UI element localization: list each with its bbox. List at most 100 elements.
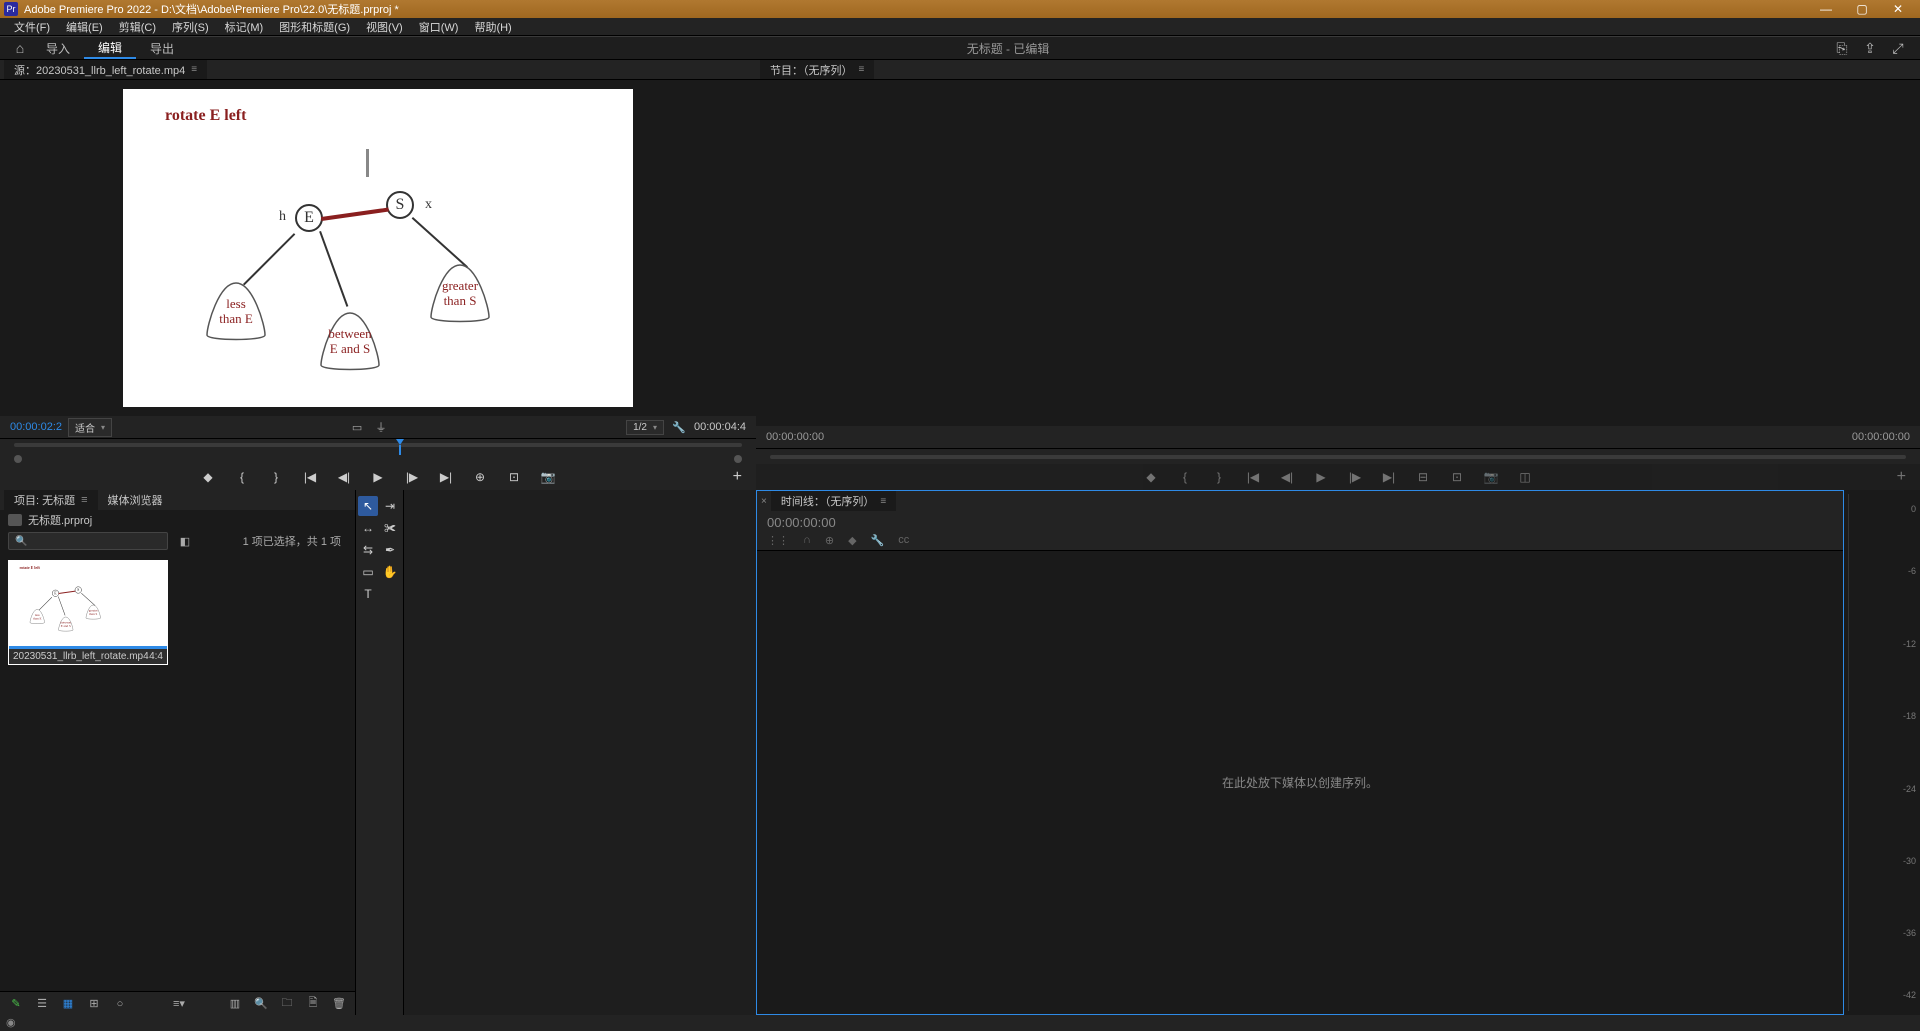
source-tab[interactable]: 源：20230531_llrb_left_rotate.mp4 ≡: [4, 60, 207, 79]
marker-add-icon[interactable]: ⊕: [825, 534, 834, 547]
source-time-ruler[interactable]: [0, 438, 756, 464]
panel-menu-icon[interactable]: ≡: [880, 496, 886, 507]
type-tool-icon[interactable]: T: [358, 584, 378, 604]
list-view-icon[interactable]: ☰: [34, 996, 50, 1012]
write-status-icon[interactable]: ✎: [8, 996, 24, 1012]
mark-out-icon[interactable]: }: [1211, 469, 1227, 485]
menu-help[interactable]: 帮助(H): [466, 18, 519, 35]
go-to-in-icon[interactable]: |◀: [302, 469, 318, 485]
workspace-edit[interactable]: 编辑: [84, 37, 136, 59]
add-transport-button[interactable]: +: [733, 468, 742, 486]
source-video-area[interactable]: rotate E left E S h x les: [0, 80, 756, 416]
settings-icon[interactable]: ◆: [848, 534, 856, 547]
audio-only-icon[interactable]: ⏚: [372, 419, 390, 435]
close-button[interactable]: ✕: [1880, 1, 1916, 17]
step-forward-icon[interactable]: |▶: [1347, 469, 1363, 485]
razor-tool-icon[interactable]: ✀: [380, 518, 400, 538]
tab-project[interactable]: 项目: 无标题≡: [4, 490, 98, 510]
step-forward-icon[interactable]: |▶: [404, 469, 420, 485]
workspace-export[interactable]: 导出: [136, 37, 188, 59]
automate-icon[interactable]: ▥: [227, 996, 243, 1012]
video-only-icon[interactable]: ▭: [348, 419, 366, 435]
new-search-bin-icon[interactable]: ◧: [176, 533, 194, 549]
go-to-out-icon[interactable]: ▶|: [438, 469, 454, 485]
clip-thumbnail[interactable]: rotate E left E S less than E between E …: [8, 560, 168, 665]
maximize-button[interactable]: ▢: [1844, 1, 1880, 17]
menu-file[interactable]: 文件(F): [6, 18, 58, 35]
selection-tool-icon[interactable]: ↖: [358, 496, 378, 516]
timeline-drop-area[interactable]: 在此处放下媒体以创建序列。: [757, 551, 1843, 1014]
source-timecode[interactable]: 00:00:02:2: [10, 421, 62, 433]
sync-status-icon[interactable]: ◉: [6, 1016, 20, 1030]
panel-menu-icon[interactable]: ≡: [859, 64, 865, 75]
track-select-tool-icon[interactable]: ⇥: [380, 496, 400, 516]
sort-icon[interactable]: ≡▾: [171, 996, 187, 1012]
program-timecode-left[interactable]: 00:00:00:00: [766, 431, 824, 443]
timeline-timecode[interactable]: 00:00:00:00: [767, 515, 1833, 530]
home-icon[interactable]: ⌂: [8, 40, 32, 56]
slip-tool-icon[interactable]: ⇆: [358, 540, 378, 560]
export-frame-icon[interactable]: 📷: [1483, 469, 1499, 485]
zoom-dropdown[interactable]: 1/2▾: [626, 420, 664, 435]
fit-dropdown[interactable]: 适合▾: [68, 418, 112, 437]
go-to-out-icon[interactable]: ▶|: [1381, 469, 1397, 485]
new-bin-icon[interactable]: 🗀: [279, 996, 295, 1012]
add-transport-button[interactable]: +: [1897, 468, 1906, 486]
export-frame-icon[interactable]: 📷: [540, 469, 556, 485]
hand-tool-icon[interactable]: ✋: [380, 562, 400, 582]
step-back-icon[interactable]: ◀|: [336, 469, 352, 485]
tab-close-icon[interactable]: ×: [761, 496, 767, 507]
pen-tool-icon[interactable]: ✒: [380, 540, 400, 560]
quick-export-icon[interactable]: ⎘: [1828, 40, 1856, 57]
new-item-icon[interactable]: 🗎: [305, 996, 321, 1012]
panel-menu-icon[interactable]: ≡: [81, 494, 87, 506]
trash-icon[interactable]: 🗑: [331, 996, 347, 1012]
mark-in-icon[interactable]: {: [234, 469, 250, 485]
workspace-import[interactable]: 导入: [32, 37, 84, 59]
menu-window[interactable]: 窗口(W): [411, 18, 467, 35]
program-tab[interactable]: 节目：（无序列）≡: [760, 60, 874, 79]
menu-edit[interactable]: 编辑(E): [58, 18, 111, 35]
mark-out-icon[interactable]: }: [268, 469, 284, 485]
menu-markers[interactable]: 标记(M): [217, 18, 272, 35]
caption-icon[interactable]: cc: [898, 534, 909, 547]
freeform-view-icon[interactable]: ⊞: [86, 996, 102, 1012]
lift-icon[interactable]: ⊟: [1415, 469, 1431, 485]
menu-sequence[interactable]: 序列(S): [164, 18, 217, 35]
extract-icon[interactable]: ⊡: [1449, 469, 1465, 485]
timeline-panel[interactable]: × 时间线：（无序列）≡ 00:00:00:00 ⋮⋮ ∩ ⊕ ◆ 🔧 cc: [756, 490, 1844, 1015]
play-icon[interactable]: ▶: [370, 469, 386, 485]
icon-view-icon[interactable]: ▦: [60, 996, 76, 1012]
menu-clip[interactable]: 剪辑(C): [111, 18, 164, 35]
menu-view[interactable]: 视图(V): [358, 18, 411, 35]
tab-media-browser[interactable]: 媒体浏览器: [98, 490, 173, 510]
program-video-area[interactable]: [756, 80, 1920, 426]
insert-icon[interactable]: ⊕: [472, 469, 488, 485]
comparison-icon[interactable]: ◫: [1517, 469, 1533, 485]
playhead-icon[interactable]: [393, 439, 403, 453]
bin-icon[interactable]: [8, 514, 22, 526]
ripple-tool-icon[interactable]: ↔: [358, 518, 378, 538]
panel-menu-icon[interactable]: ≡: [191, 64, 197, 75]
rectangle-tool-icon[interactable]: ▭: [358, 562, 378, 582]
linked-selection-icon[interactable]: ∩: [803, 534, 811, 547]
overwrite-icon[interactable]: ⊡: [506, 469, 522, 485]
wrench-icon[interactable]: 🔧: [871, 534, 885, 547]
marker-icon[interactable]: ◆: [200, 469, 216, 485]
breadcrumb[interactable]: 无标题.prproj: [28, 512, 92, 528]
zoom-slider-icon[interactable]: ○: [112, 996, 128, 1012]
go-to-in-icon[interactable]: |◀: [1245, 469, 1261, 485]
minimize-button[interactable]: —: [1808, 1, 1844, 17]
timeline-tab[interactable]: 时间线：（无序列）≡: [771, 491, 896, 511]
share-icon[interactable]: ⇪: [1856, 40, 1884, 57]
step-back-icon[interactable]: ◀|: [1279, 469, 1295, 485]
search-input[interactable]: 🔍: [8, 532, 168, 550]
mark-in-icon[interactable]: {: [1177, 469, 1193, 485]
play-icon[interactable]: ▶: [1313, 469, 1329, 485]
marker-icon[interactable]: ◆: [1143, 469, 1159, 485]
fullscreen-icon[interactable]: ⤢: [1884, 40, 1912, 57]
wrench-icon[interactable]: 🔧: [670, 419, 688, 435]
snap-icon[interactable]: ⋮⋮: [767, 534, 789, 547]
menu-graphics[interactable]: 图形和标题(G): [271, 18, 358, 35]
find-icon[interactable]: 🔍: [253, 996, 269, 1012]
